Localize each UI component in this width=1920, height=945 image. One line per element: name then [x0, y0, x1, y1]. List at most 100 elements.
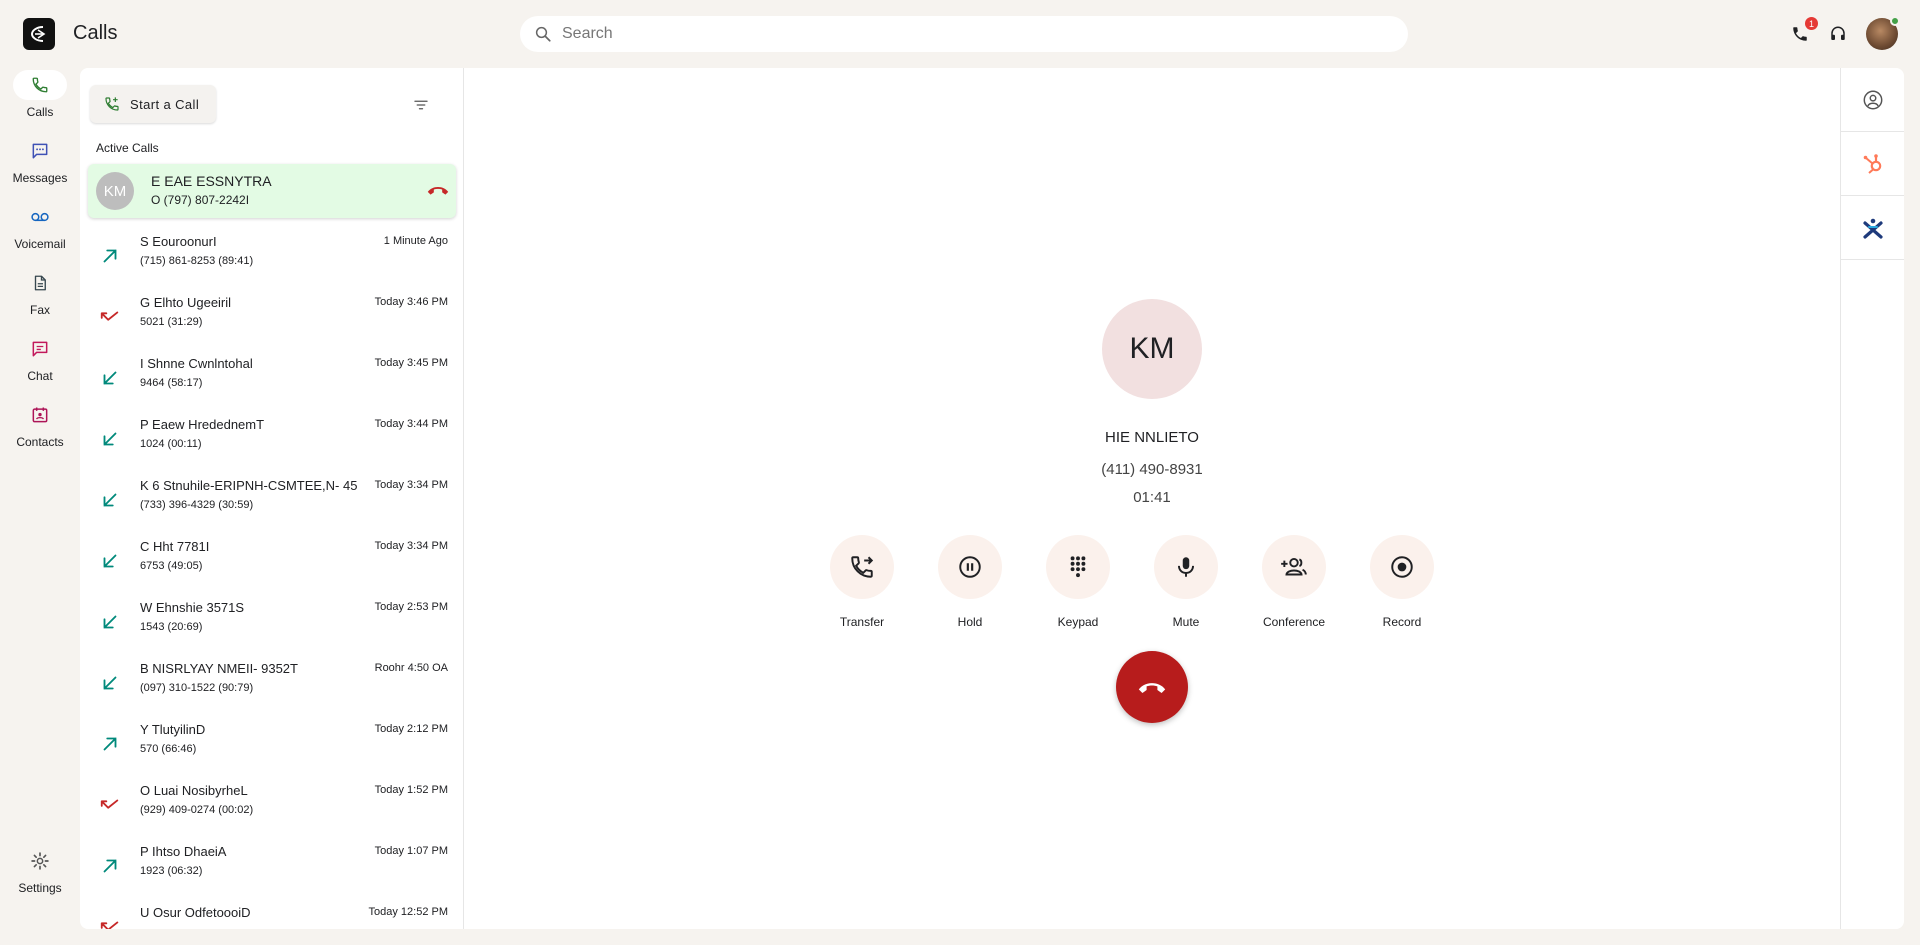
top-bar: Calls 1	[0, 0, 1920, 68]
nav-chat[interactable]: Chat	[0, 334, 80, 383]
call-history-item[interactable]: I Shnne Cwnlntohal Today 3:45 PM 9464 (58:…	[80, 348, 463, 409]
crm-integration-button[interactable]	[1841, 196, 1904, 260]
call-history-item[interactable]: B NISRLYAY NMEII- 9352T Roohr 4:50 OA (097…	[80, 653, 463, 714]
call-number-duration: 9464 (58:17)	[140, 377, 203, 389]
call-notifications-button[interactable]: 1	[1788, 17, 1818, 46]
nav-calls[interactable]: Calls	[0, 70, 80, 119]
search-input[interactable]	[562, 25, 1362, 43]
call-contact-name: C Hht 7781I	[140, 539, 210, 554]
nav-messages[interactable]: Messages	[0, 136, 80, 185]
hubspot-icon	[1863, 153, 1882, 174]
call-time: Today 3:46 PM	[374, 296, 448, 308]
transfer-icon	[851, 556, 874, 578]
incoming-call-icon	[99, 550, 121, 572]
call-time: Today 2:12 PM	[374, 723, 448, 735]
headset-button[interactable]	[1826, 22, 1850, 46]
active-call-item[interactable]: KM E EAE ESSNYTRA O (797) 807-2242I	[88, 164, 456, 218]
nav-label: Chat	[27, 369, 53, 383]
control-label: Transfer	[839, 615, 885, 629]
call-contact-name: I Shnne Cwnlntohal	[140, 356, 253, 371]
call-time: Today 1:52 PM	[374, 784, 448, 796]
call-contact-name: B NISRLYAY NMEII- 9352T	[140, 661, 298, 676]
call-time: Today 2:53 PM	[374, 601, 448, 613]
outgoing-call-icon	[99, 733, 121, 755]
call-contact-name: P Eaew HredednemT	[140, 417, 265, 432]
keypad-button[interactable]: Keypad	[1028, 535, 1128, 629]
call-contact-name: U Osur OdfetoooiD	[140, 905, 251, 920]
end-call-button[interactable]	[1116, 651, 1188, 723]
incoming-call-icon	[99, 672, 121, 694]
nav-label: Contacts	[16, 435, 64, 449]
conference-button[interactable]: Conference	[1244, 535, 1344, 629]
hubspot-integration-button[interactable]	[1841, 132, 1904, 196]
app-title: Calls	[73, 22, 118, 44]
active-call-hangup-button[interactable]	[425, 180, 451, 205]
integrations-rail	[1840, 68, 1904, 929]
hold-button[interactable]: Hold	[920, 535, 1020, 629]
incoming-call-icon	[99, 367, 121, 389]
call-history-item[interactable]: P Eaew HredednemT Today 3:44 PM 1024 (00:1…	[80, 409, 463, 470]
call-number-duration: (733) 396-4329 (30:59)	[140, 499, 254, 511]
caller-number: (411) 490-8931	[1101, 461, 1203, 478]
main-panel: Start a Call Active Calls KM E EAE ESSNY…	[80, 68, 1904, 929]
call-contact-name: O Luai NosibyrheL	[140, 783, 248, 798]
call-time: Today 3:44 PM	[374, 418, 448, 430]
contact-profile-button[interactable]	[1841, 68, 1904, 132]
message-icon	[32, 143, 48, 159]
transfer-button[interactable]: Transfer	[812, 535, 912, 629]
call-time: Today 1:07 PM	[374, 845, 448, 857]
nav-fax[interactable]: Fax	[0, 268, 80, 317]
search-bar[interactable]	[520, 16, 1408, 52]
search-icon	[535, 26, 551, 42]
missed-call-icon	[99, 306, 121, 328]
call-history-item[interactable]: U Osur OdfetoooiD Today 12:52 PM	[80, 897, 463, 929]
current-call-view: KM HIE NNLIETO (411) 490-8931 01:41 Tran…	[464, 68, 1840, 929]
nav-settings[interactable]: Settings	[0, 846, 80, 895]
nav-voicemail[interactable]: Voicemail	[0, 202, 80, 251]
call-number-duration: 1543 (20:69)	[140, 621, 203, 633]
crm-logo-icon	[1863, 218, 1883, 239]
add-people-icon	[1281, 558, 1307, 576]
mute-button[interactable]: Mute	[1136, 535, 1236, 629]
active-call-number: O (797) 807-2242I	[151, 193, 250, 207]
call-contact-name: G Elhto Ugeeiril	[140, 295, 232, 310]
call-time: Today 3:34 PM	[374, 479, 448, 491]
call-time: Roohr 4:50 OA	[374, 662, 448, 674]
call-contact-name: P Ihtso DhaeiA	[140, 844, 227, 859]
caller-name: HIE NNLIETO	[1105, 429, 1199, 446]
record-icon	[1391, 556, 1413, 578]
call-history-item[interactable]: S EouroonurI 1 Minute Ago (715) 861-8253 (…	[80, 226, 463, 287]
logo-icon	[30, 26, 46, 42]
call-history-item[interactable]: Y TlutyilinD Today 2:12 PM 570 (66:46)	[80, 714, 463, 775]
filter-button[interactable]	[412, 96, 430, 119]
call-number-duration: (715) 861-8253 (89:41)	[140, 255, 254, 267]
call-number-duration: 1024 (00:11)	[140, 438, 202, 450]
start-call-button[interactable]: Start a Call	[90, 85, 216, 123]
avatar: KM	[1102, 299, 1202, 399]
call-history-item[interactable]: O Luai NosibyrheL Today 1:52 PM (929) 409-…	[80, 775, 463, 836]
outgoing-call-icon	[99, 245, 121, 267]
nav-label: Settings	[18, 881, 62, 895]
keypad-icon	[1070, 556, 1086, 578]
incoming-call-icon	[99, 489, 121, 511]
call-history-item[interactable]: C Hht 7781I Today 3:34 PM 6753 (49:05)	[80, 531, 463, 592]
app-logo[interactable]	[23, 18, 55, 50]
record-button[interactable]: Record	[1352, 535, 1452, 629]
call-history-item[interactable]: G Elhto Ugeeiril Today 3:46 PM 5021 (31:29…	[80, 287, 463, 348]
call-contact-name: S EouroonurI	[140, 234, 217, 249]
user-avatar[interactable]	[1866, 16, 1900, 50]
hangup-icon	[1138, 683, 1166, 693]
call-number-duration: 6753 (49:05)	[140, 560, 203, 572]
call-history-item[interactable]: W Ehnshie 3571S Today 2:53 PM 1543 (20:69)	[80, 592, 463, 653]
voicemail-icon	[31, 212, 49, 222]
incoming-call-icon	[99, 611, 121, 633]
call-time: Today 3:45 PM	[374, 357, 448, 369]
call-history-item[interactable]: P Ihtso DhaeiA Today 1:07 PM 1923 (06:32)	[80, 836, 463, 897]
active-call-name: E EAE ESSNYTRA	[151, 173, 272, 189]
nav-contacts[interactable]: Contacts	[0, 400, 80, 449]
missed-call-icon	[99, 916, 121, 929]
call-time: 1 Minute Ago	[383, 235, 448, 247]
call-history-item[interactable]: K 6 Stnuhile-ERIPNH-CSMTEE,N- 45 Today 3:…	[80, 470, 463, 531]
contacts-icon	[32, 407, 48, 423]
call-number-duration: 1923 (06:32)	[140, 865, 203, 877]
